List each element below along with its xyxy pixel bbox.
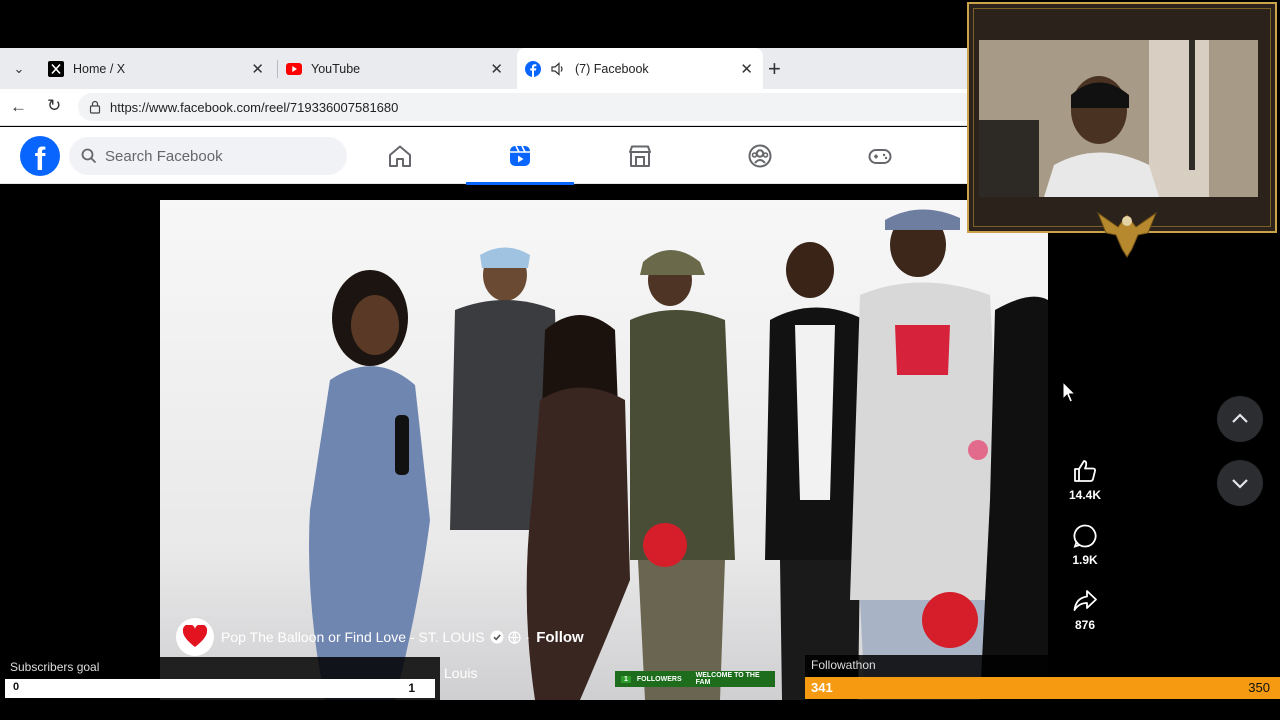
speaker-icon[interactable] <box>550 61 566 77</box>
comment-count: 1.9K <box>1072 553 1098 567</box>
ticker-label: FOLLOWERS <box>636 675 682 683</box>
page-avatar[interactable] <box>176 618 214 656</box>
url-text: https://www.facebook.com/reel/7193360075… <box>110 99 399 115</box>
reel-caption: Pop The Balloon or Find Love - ST. LOUIS… <box>176 618 584 656</box>
close-tab-icon[interactable]: ✕ <box>251 60 264 78</box>
close-tab-icon[interactable]: ✕ <box>490 60 503 78</box>
back-arrow-icon[interactable]: ← <box>10 97 27 117</box>
nav-gaming[interactable] <box>826 127 934 184</box>
tab-x[interactable]: Home / X ✕ <box>48 48 274 89</box>
address-bar-row: ← ↻ https://www.facebook.com/reel/719336… <box>0 89 968 126</box>
eagle-emblem-icon <box>1096 211 1158 258</box>
webcam-feed <box>979 40 1258 197</box>
nav-reels[interactable] <box>466 127 574 185</box>
search-placeholder: Search Facebook <box>105 147 223 165</box>
subscribers-goal-bar: 0 1 <box>5 679 435 698</box>
follower-ticker: 1 FOLLOWERS WELCOME TO THE FAM <box>615 671 775 687</box>
globe-icon <box>507 630 521 644</box>
like-button[interactable]: 14.4K <box>1060 458 1110 523</box>
like-icon <box>1074 460 1096 482</box>
share-count: 876 <box>1074 618 1096 632</box>
tab-list-dropdown-icon[interactable]: ⌄ <box>8 58 30 80</box>
subscribers-goal-current: 0 <box>13 681 20 693</box>
reel-actions: 14.4K 1.9K 876 <box>1060 458 1110 653</box>
x-logo-icon <box>48 60 64 77</box>
nav-marketplace[interactable] <box>586 127 694 184</box>
groups-icon <box>748 144 772 167</box>
share-icon <box>1073 590 1097 611</box>
followathon-bar: 341 350 <box>805 677 1280 699</box>
facebook-logo-icon[interactable]: f <box>20 136 60 176</box>
search-icon <box>81 148 97 164</box>
facebook-search-input[interactable]: Search Facebook <box>69 137 347 175</box>
close-tab-icon[interactable]: ✕ <box>740 60 753 78</box>
marketplace-icon <box>629 145 651 167</box>
ticker-count: 1 <box>621 675 631 683</box>
share-button[interactable]: 876 <box>1060 588 1110 653</box>
mouse-cursor-icon <box>1062 381 1076 403</box>
gaming-icon <box>868 148 892 164</box>
url-input[interactable]: https://www.facebook.com/reel/7193360075… <box>78 93 968 121</box>
youtube-icon <box>286 61 302 77</box>
webcam-video <box>979 40 1258 197</box>
chevron-up-icon <box>1232 413 1248 423</box>
followathon-title: Followathon <box>811 658 876 672</box>
followathon-target: 350 <box>1248 680 1270 695</box>
tab-label: YouTube <box>311 61 361 76</box>
new-tab-icon[interactable]: + <box>768 56 781 82</box>
tab-divider <box>277 60 278 78</box>
facebook-header: f Search Facebook <box>0 127 968 185</box>
comment-button[interactable]: 1.9K <box>1060 523 1110 588</box>
reload-icon[interactable]: ↻ <box>47 96 61 116</box>
tab-label: (7) Facebook <box>575 61 649 76</box>
home-icon <box>389 145 411 167</box>
reels-icon <box>510 145 530 166</box>
verified-badge-icon <box>490 630 504 644</box>
like-count: 14.4K <box>1068 488 1102 502</box>
tab-youtube[interactable]: YouTube ✕ <box>286 48 513 89</box>
subscribers-goal-target: 1 <box>408 681 415 695</box>
heart-icon <box>182 625 208 647</box>
ticker-message: WELCOME TO THE FAM <box>695 672 760 686</box>
site-info-icon[interactable] <box>88 100 102 114</box>
nav-groups[interactable] <box>706 127 814 184</box>
nav-home[interactable] <box>346 127 454 184</box>
chevron-down-icon <box>1232 479 1248 489</box>
tab-label: Home / X <box>73 61 126 76</box>
tab-facebook[interactable]: (7) Facebook ✕ <box>517 48 763 89</box>
next-reel-button[interactable] <box>1217 460 1263 506</box>
follow-button[interactable]: Follow <box>536 629 584 646</box>
previous-reel-button[interactable] <box>1217 396 1263 442</box>
page-name-link[interactable]: Pop The Balloon or Find Love - ST. LOUIS <box>221 629 485 645</box>
tab-bar: ⌄ Home / X ✕ YouTube ✕ (7) Facebook ✕ + <box>0 48 968 89</box>
facebook-icon <box>525 60 541 77</box>
followathon-widget: Followathon 341 350 <box>805 655 1280 717</box>
comment-icon <box>1073 524 1097 548</box>
followathon-current: 341 <box>811 680 833 695</box>
reel-description: Louis <box>444 665 478 681</box>
subscribers-goal-widget: Subscribers goal 0 1 <box>0 657 440 717</box>
subscribers-goal-title: Subscribers goal <box>10 660 100 674</box>
caption-dot: · <box>525 629 531 645</box>
